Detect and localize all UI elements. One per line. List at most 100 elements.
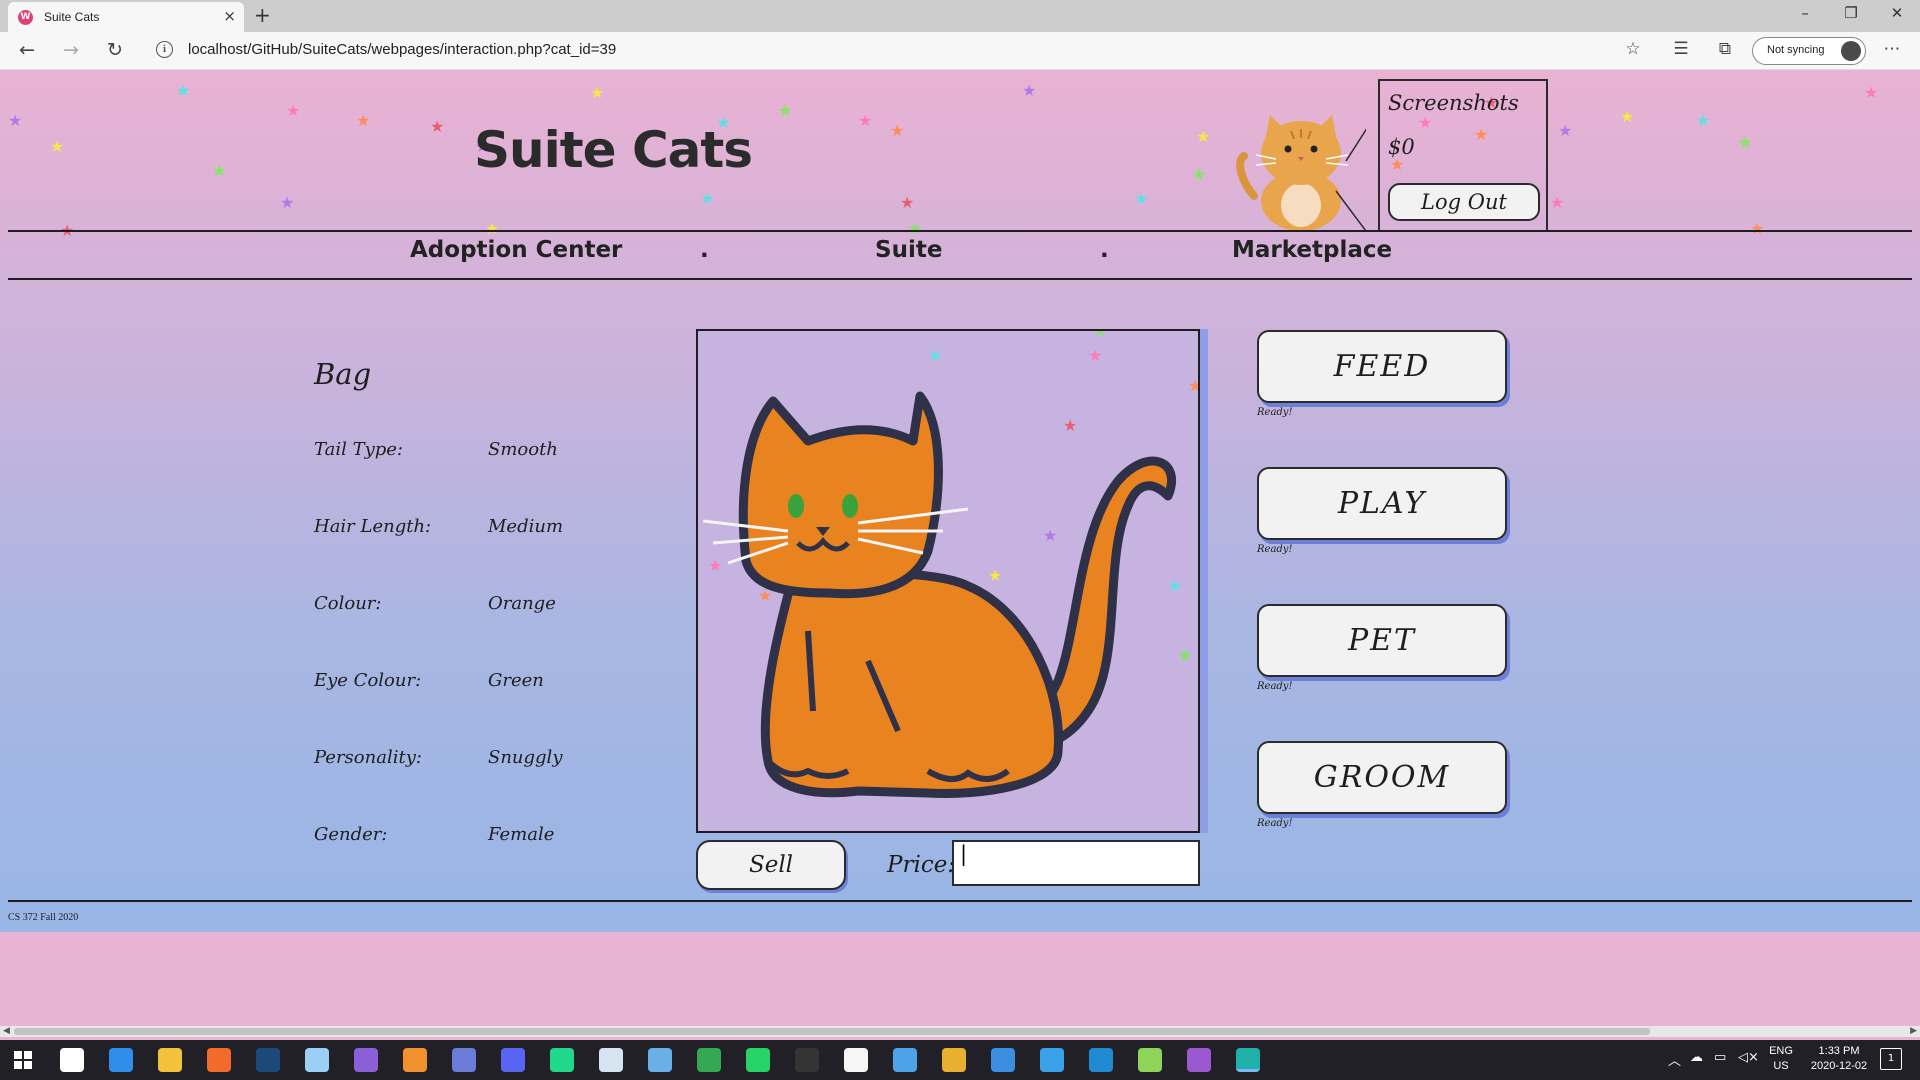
page-content: ★ ★ ★ ★ ★ ★ ★ ★ ★ ★ ★ ★ ★ ★ ★ ★ ★ ★ ★ ★ ★ ★ ★ ★ ★ ★ ★ ★ ★ ★ ★ ★ ★ ★ Suite… [0, 71, 1920, 932]
back-arrow-icon[interactable]: ← [12, 39, 42, 61]
cat-illustration: ★★★★★★★★★★★★ [702, 331, 1198, 798]
feed-status: Ready! [1257, 407, 1293, 418]
favorites-list-icon[interactable]: ☰ [1667, 39, 1695, 59]
star-decoration-icon: ★ [1620, 107, 1635, 126]
star-decoration-icon: ★ [1196, 127, 1211, 146]
scroll-right-icon[interactable]: ▶ [1910, 1026, 1917, 1036]
windows-start-icon[interactable] [14, 1051, 32, 1069]
pet-button[interactable]: PET [1257, 604, 1507, 677]
nav-marketplace[interactable]: Marketplace [1232, 237, 1392, 263]
language-indicator[interactable]: ENG US [1766, 1044, 1796, 1074]
vscode-icon[interactable] [1089, 1048, 1113, 1072]
minimize-icon[interactable]: – [1782, 4, 1828, 22]
groom-button[interactable]: GROOM [1257, 741, 1507, 814]
nav-adoption-center[interactable]: Adoption Center [410, 237, 622, 263]
collections-icon[interactable]: ⧉ [1711, 39, 1739, 59]
close-tab-icon[interactable]: × [223, 7, 236, 25]
star-decoration-icon: ★ [858, 111, 873, 130]
info-icon[interactable]: i [156, 41, 173, 58]
close-window-icon[interactable]: ✕ [1874, 4, 1920, 22]
paint-icon[interactable] [305, 1048, 329, 1072]
installer-icon[interactable] [1040, 1048, 1064, 1072]
star-decoration-icon: ★ [1696, 111, 1711, 130]
region-code: US [1773, 1060, 1789, 1072]
site-title: Suite Cats [474, 121, 753, 179]
star-decoration-icon: ★ [176, 81, 191, 100]
nav-divider-bottom [8, 278, 1912, 280]
text-editor-icon[interactable] [1138, 1048, 1162, 1072]
star-decoration-icon: ★ [988, 566, 1002, 585]
profile-panel: Screenshots $0 Log Out [1378, 79, 1548, 231]
scroll-left-icon[interactable]: ◀ [3, 1026, 10, 1036]
bird-app-icon[interactable] [648, 1048, 672, 1072]
feed-button[interactable]: FEED [1257, 330, 1507, 403]
forward-arrow-icon[interactable]: → [56, 39, 86, 61]
more-icon[interactable]: ⋯ [1878, 39, 1906, 59]
task-view-icon[interactable] [60, 1048, 84, 1072]
logout-button[interactable]: Log Out [1388, 183, 1540, 221]
attr-value-colour: Orange [488, 593, 556, 614]
notifications-icon[interactable]: 1 [1880, 1048, 1902, 1070]
blender-icon[interactable] [403, 1048, 427, 1072]
network-app-icon[interactable] [991, 1048, 1015, 1072]
firefox-icon[interactable] [207, 1048, 231, 1072]
play-button[interactable]: PLAY [1257, 467, 1507, 540]
file-explorer-icon[interactable] [158, 1048, 182, 1072]
sheets-icon[interactable] [697, 1048, 721, 1072]
footer-divider [8, 900, 1912, 902]
clock[interactable]: 1:33 PM 2020-12-02 [1804, 1044, 1874, 1074]
nav-separator: . [1100, 237, 1109, 263]
refresh-icon[interactable]: ↻ [100, 39, 130, 61]
star-decoration-icon: ★ [8, 111, 23, 130]
cloud-icon[interactable]: ☁ [1690, 1050, 1703, 1065]
search-app-icon[interactable] [893, 1048, 917, 1072]
pet-status: Ready! [1257, 681, 1293, 692]
whatsapp-icon[interactable] [746, 1048, 770, 1072]
restore-icon[interactable]: ❐ [1828, 4, 1874, 22]
browser-tab-strip: W Suite Cats × + – ❐ ✕ [0, 0, 1920, 32]
photo-app-icon[interactable] [452, 1048, 476, 1072]
edge-icon[interactable] [1236, 1048, 1260, 1072]
scrollbar-thumb[interactable] [14, 1028, 1650, 1035]
purple-app-icon[interactable] [1187, 1048, 1211, 1072]
star-decoration-icon: ★ [1093, 331, 1107, 340]
network-icon[interactable]: ▭ [1714, 1050, 1726, 1065]
cat-mascot-icon [1236, 115, 1366, 231]
phone-app-icon[interactable] [109, 1048, 133, 1072]
star-decoration-icon: ★ [1558, 121, 1573, 140]
star-decoration-icon: ★ [212, 161, 227, 180]
language-code: ENG [1769, 1045, 1793, 1057]
star-decoration-icon: ★ [1750, 219, 1765, 238]
new-tab-icon[interactable]: + [254, 3, 271, 27]
discord-icon[interactable] [501, 1048, 525, 1072]
address-bar[interactable]: localhost/GitHub/SuiteCats/webpages/inte… [188, 41, 616, 58]
volume-muted-icon[interactable]: ◁× [1738, 1050, 1759, 1065]
horizontal-scrollbar[interactable]: ◀ ▶ [0, 1026, 1920, 1037]
emoji-app-icon[interactable] [844, 1048, 868, 1072]
price-input[interactable]: | [952, 840, 1200, 886]
archive-icon[interactable] [942, 1048, 966, 1072]
browser-tab[interactable]: W Suite Cats × [8, 2, 244, 32]
star-decoration-icon: ★ [1022, 81, 1037, 100]
visual-studio-icon[interactable] [354, 1048, 378, 1072]
obs-icon[interactable] [795, 1048, 819, 1072]
sync-button[interactable]: Not syncing [1752, 37, 1866, 65]
star-decoration-icon: ★ [1550, 193, 1565, 212]
star-decoration-icon: ★ [1043, 526, 1057, 545]
tray-chevron-icon[interactable]: ︿ [1668, 1050, 1681, 1069]
sync-label: Not syncing [1767, 44, 1825, 56]
nav-suite[interactable]: Suite [875, 237, 942, 263]
steam-icon[interactable] [256, 1048, 280, 1072]
nav-divider-top [8, 230, 1912, 232]
pycharm-icon[interactable] [550, 1048, 574, 1072]
star-decoration-icon: ★ [1134, 189, 1149, 208]
attr-value-gender: Female [488, 824, 555, 845]
sell-button[interactable]: Sell [696, 840, 846, 890]
star-decoration-icon: ★ [890, 121, 905, 140]
star-decoration-icon: ★ [700, 189, 715, 208]
attr-value-personality: Snuggly [488, 747, 563, 768]
notepad-icon[interactable] [599, 1048, 623, 1072]
star-icon[interactable]: ☆ [1619, 39, 1647, 59]
star-decoration-icon: ★ [1864, 83, 1879, 102]
attr-value-hair-length: Medium [488, 516, 564, 537]
